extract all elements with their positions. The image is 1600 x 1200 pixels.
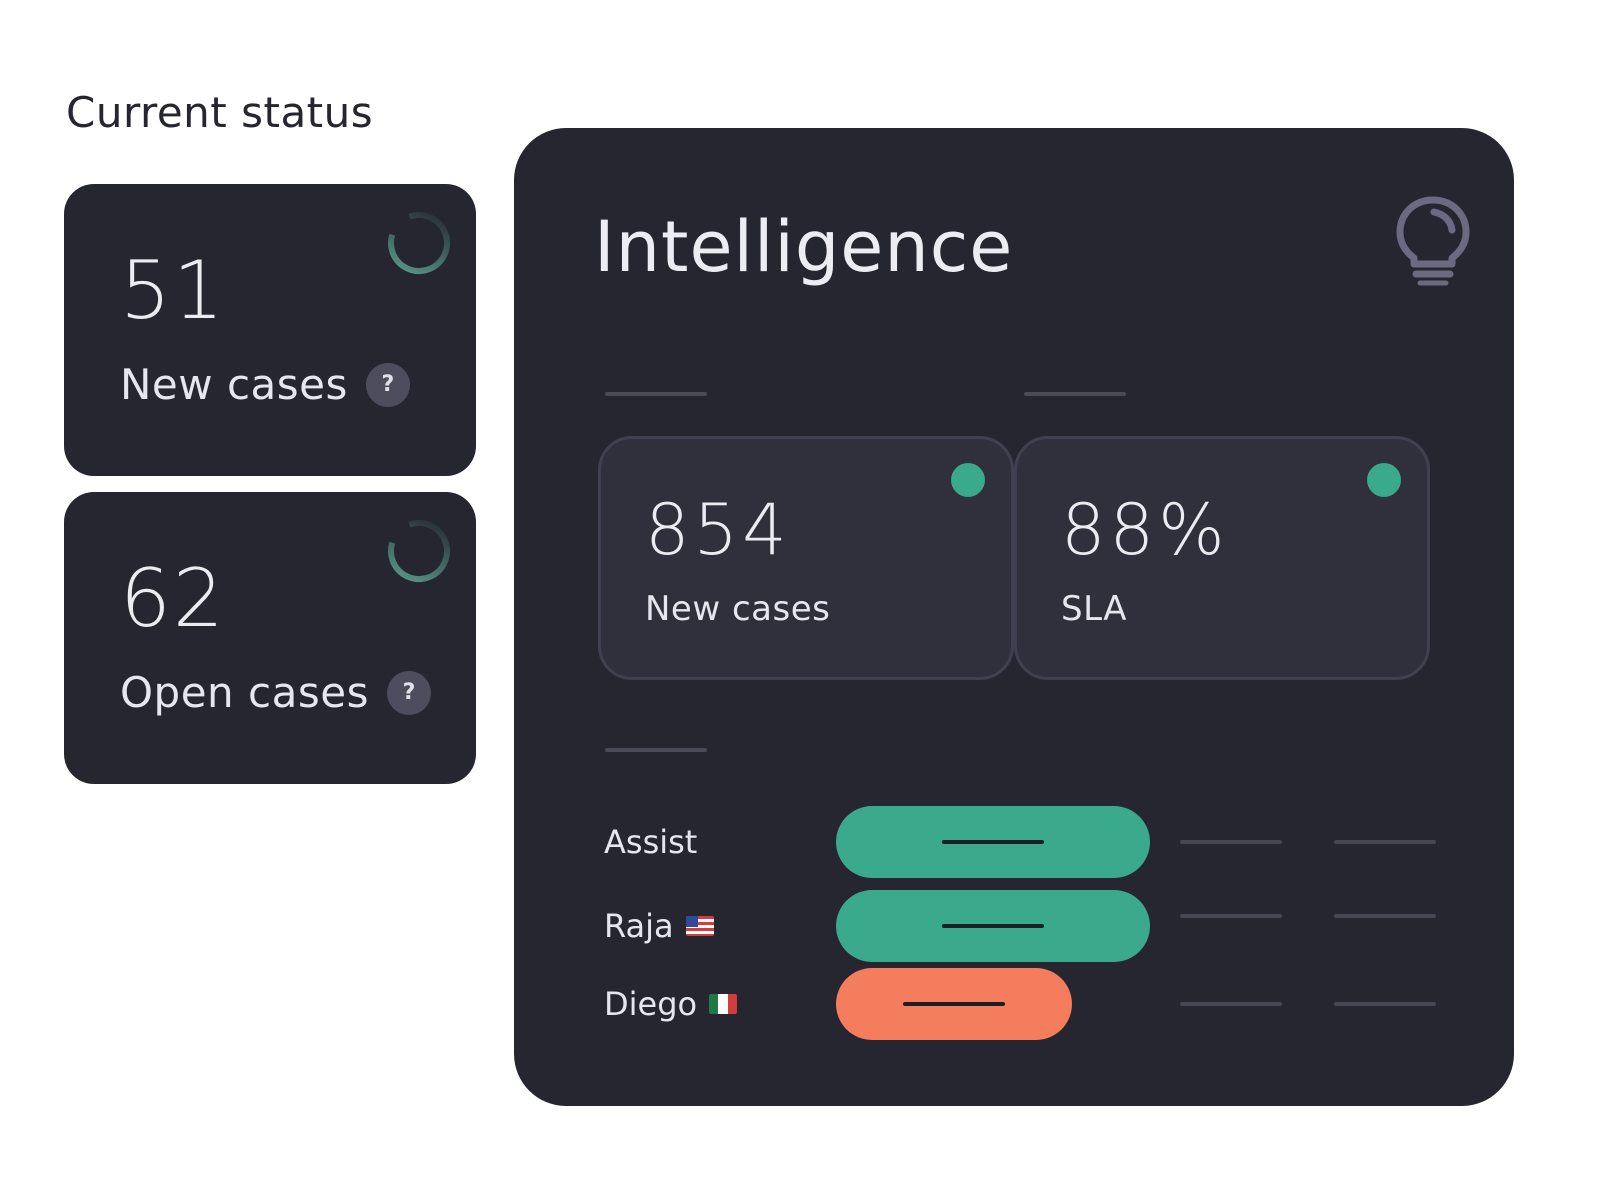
open-cases-card: 62 Open cases ? (64, 492, 476, 784)
section-heading: Current status (66, 88, 374, 137)
status-bar-green (836, 806, 1150, 878)
placeholder-line (1334, 840, 1436, 844)
placeholder-line (605, 748, 707, 752)
agent-row-assist[interactable]: Assist (604, 806, 1464, 878)
placeholder-line (1334, 914, 1436, 918)
placeholder-line (1180, 1002, 1282, 1006)
lightbulb-icon[interactable] (1394, 194, 1472, 286)
loading-spinner-icon (388, 212, 450, 274)
intelligence-panel: Intelligence 854 New cases 88% SLA Assis… (514, 128, 1514, 1106)
help-icon[interactable]: ? (365, 362, 410, 407)
placeholder-line (1180, 914, 1282, 918)
mx-flag-icon (709, 994, 738, 1014)
metric-label: SLA (1061, 589, 1128, 629)
loading-spinner-icon (388, 520, 450, 582)
open-cases-value: 62 (120, 552, 226, 645)
agent-name: Raja (604, 907, 674, 945)
open-cases-label: Open cases (120, 668, 369, 717)
metric-card-sla[interactable]: 88% SLA (1014, 436, 1430, 680)
metric-value: 854 (645, 489, 791, 571)
new-cases-card: 51 New cases ? (64, 184, 476, 476)
new-cases-label: New cases (120, 360, 348, 409)
us-flag-icon (685, 916, 714, 936)
status-bar-green (836, 890, 1150, 962)
placeholder-line (1180, 840, 1282, 844)
agent-row-raja[interactable]: Raja (604, 890, 1464, 962)
status-dot (951, 463, 985, 497)
agent-row-diego[interactable]: Diego (604, 968, 1464, 1040)
intelligence-title: Intelligence (594, 206, 1014, 288)
help-icon[interactable]: ? (386, 670, 431, 715)
placeholder-line (605, 392, 707, 396)
placeholder-line (1334, 1002, 1436, 1006)
new-cases-value: 51 (120, 244, 226, 337)
placeholder-line (1024, 392, 1126, 396)
status-bar-orange (836, 968, 1072, 1040)
agent-name: Assist (604, 823, 698, 861)
agent-name: Diego (604, 985, 698, 1023)
metric-card-new-cases[interactable]: 854 New cases (598, 436, 1014, 680)
metric-label: New cases (645, 589, 831, 629)
metric-value: 88% (1061, 489, 1229, 571)
status-dot (1367, 463, 1401, 497)
